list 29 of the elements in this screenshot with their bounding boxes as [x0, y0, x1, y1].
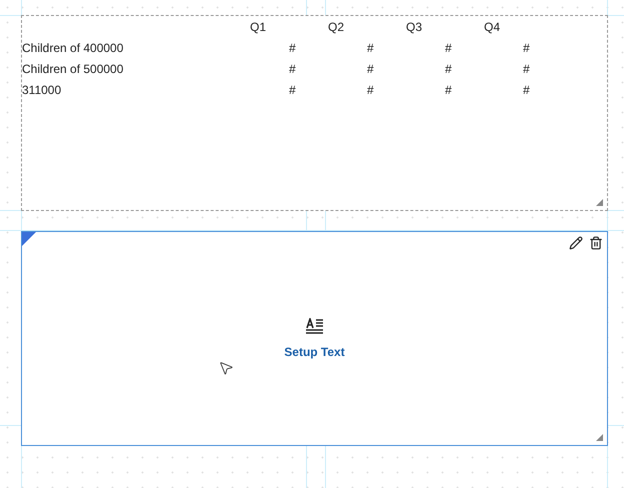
- cursor-icon: [218, 360, 234, 376]
- row-label: Children of 500000: [22, 61, 124, 78]
- table-cell-text: #: [366, 40, 375, 57]
- column-header: Q2: [328, 19, 346, 36]
- table-cell-text: #: [522, 61, 531, 78]
- text-format-icon[interactable]: [306, 318, 324, 334]
- table-cell-text: #: [288, 61, 297, 78]
- table-cell-text: #: [444, 40, 453, 57]
- table-cell-text: #: [522, 82, 531, 99]
- row-label: 311000: [22, 82, 62, 99]
- column-header: Q1: [250, 19, 268, 36]
- table-cell-text: #: [444, 61, 453, 78]
- selection-corner-icon: [22, 232, 36, 246]
- table-cell-text: #: [522, 40, 531, 57]
- column-header: Q3: [406, 19, 424, 36]
- table-cell-text: #: [288, 82, 297, 99]
- resize-grip-icon[interactable]: [596, 434, 603, 441]
- delete-icon[interactable]: [589, 236, 603, 250]
- column-header: Q4: [484, 19, 502, 36]
- row-label: Children of 400000: [22, 40, 124, 57]
- resize-grip-icon[interactable]: [596, 199, 603, 206]
- setup-text-link[interactable]: Setup Text: [284, 343, 345, 361]
- table-cell-text: #: [288, 40, 297, 57]
- table-cell-text: #: [366, 61, 375, 78]
- table-cell-text: #: [366, 82, 375, 99]
- text-widget[interactable]: Setup Text: [21, 231, 608, 446]
- edit-icon[interactable]: [569, 236, 583, 250]
- table-cell-text: #: [444, 82, 453, 99]
- table-widget[interactable]: Q1 Q2 Q3 Q4 Children of 400000 # # # # Children of 500000 # # # # 311000 # # # #: [21, 15, 608, 211]
